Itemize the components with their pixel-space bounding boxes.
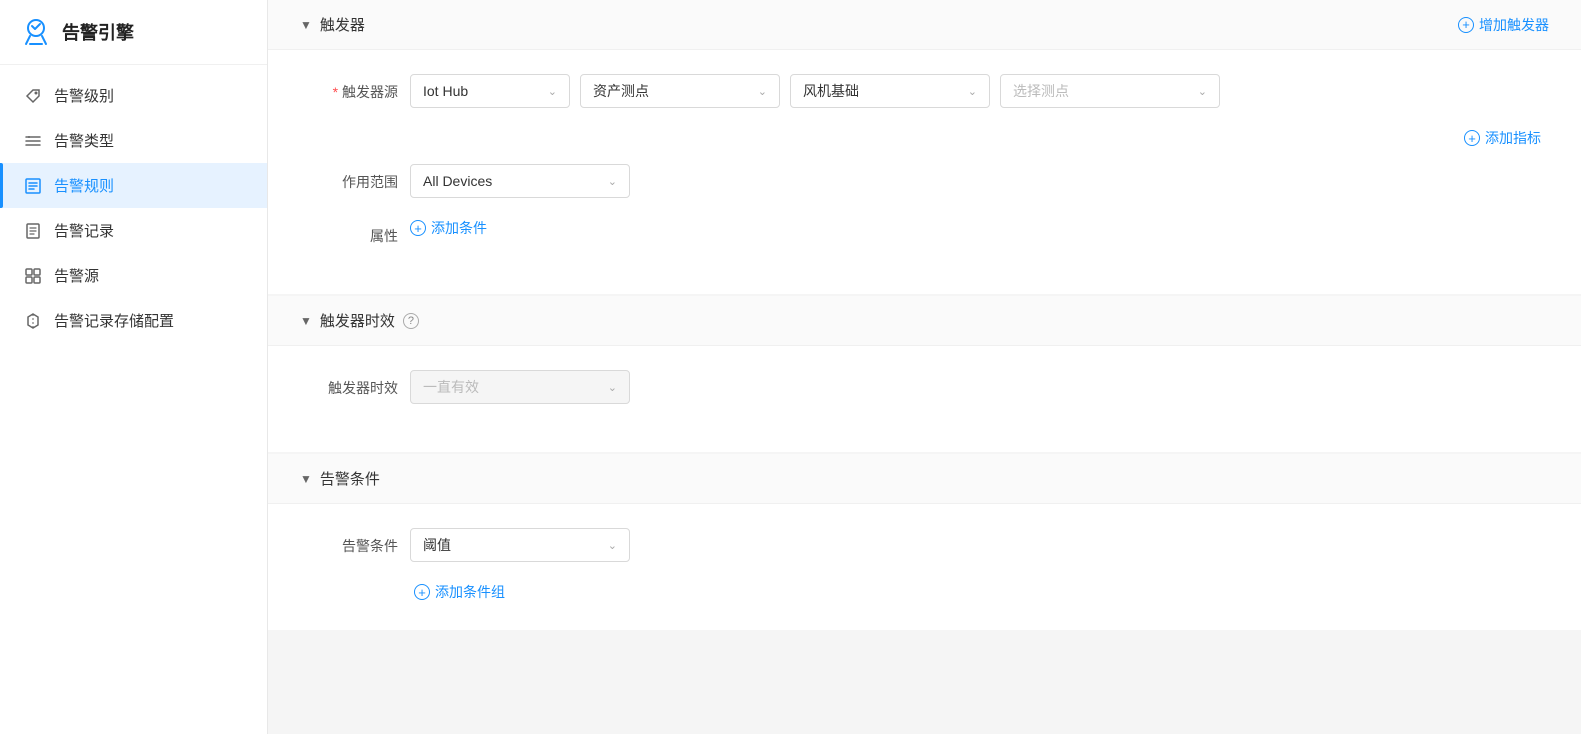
list-icon	[24, 132, 42, 150]
add-condition-label: 添加条件	[431, 218, 487, 238]
add-metrics-label: 添加指标	[1485, 128, 1541, 148]
trigger-validity-body: 触发器时效 一直有效 ⌄	[268, 346, 1581, 452]
attr-row: 属性 + 添加条件	[308, 218, 1541, 246]
alarm-condition-label: 告警条件	[308, 528, 398, 556]
sidebar-item-label: 告警源	[54, 265, 99, 286]
scope-row: 作用范围 All Devices ⌄	[308, 164, 1541, 198]
validity-chevron-icon: ▼	[300, 314, 312, 328]
trigger-source-select-1[interactable]: Iot Hub ⌄	[410, 74, 570, 108]
sidebar-nav: 告警级别 告警类型 告警规则	[0, 65, 267, 734]
add-condition-button[interactable]: + 添加条件	[410, 218, 487, 238]
scope-chevron: ⌄	[608, 175, 617, 188]
alarm-engine-icon	[20, 16, 52, 48]
trigger-source-row: 触发器源 Iot Hub ⌄ 资产测点 ⌄ 风机基础 ⌄	[308, 74, 1541, 108]
add-group-label: 添加条件组	[435, 582, 505, 602]
add-trigger-icon: +	[1458, 17, 1474, 33]
add-condition-icon: +	[410, 220, 426, 236]
trigger-chevron-icon: ▼	[300, 18, 312, 32]
scope-label: 作用范围	[308, 164, 398, 192]
trigger-source-value-1: Iot Hub	[423, 83, 468, 99]
add-trigger-label: 增加触发器	[1479, 15, 1549, 35]
trigger-source-value-3: 风机基础	[803, 81, 859, 101]
sidebar-title: 告警引擎	[62, 19, 134, 45]
alarm-condition-controls: 阈值 ⌄	[410, 528, 1541, 562]
alarm-condition-row: 告警条件 阈值 ⌄	[308, 528, 1541, 562]
alarm-condition-value: 阈值	[423, 535, 451, 555]
sidebar-item-label: 告警级别	[54, 85, 114, 106]
sidebar-item-alarm-source[interactable]: 告警源	[0, 253, 267, 298]
trigger-validity-section: ▼ 触发器时效 ? 触发器时效 一直有效 ⌄	[268, 296, 1581, 452]
alarm-condition-body: 告警条件 阈值 ⌄ + 添加条件组	[268, 504, 1581, 630]
trigger-source-controls: Iot Hub ⌄ 资产测点 ⌄ 风机基础 ⌄ 选择测点	[410, 74, 1541, 108]
trigger-section-header[interactable]: ▼ 触发器 + 增加触发器	[268, 0, 1581, 50]
trigger-section-body: 触发器源 Iot Hub ⌄ 资产测点 ⌄ 风机基础 ⌄	[268, 50, 1581, 294]
trigger-source-chevron-3: ⌄	[968, 85, 977, 98]
rule-icon	[24, 177, 42, 195]
trigger-validity-title: 触发器时效	[320, 310, 395, 331]
trigger-source-select-4[interactable]: 选择测点 ⌄	[1000, 74, 1220, 108]
sidebar-item-label: 告警类型	[54, 130, 114, 151]
validity-row: 触发器时效 一直有效 ⌄	[308, 370, 1541, 404]
trigger-validity-header[interactable]: ▼ 触发器时效 ?	[268, 296, 1581, 346]
sidebar-item-label: 告警记录存储配置	[54, 310, 174, 331]
add-trigger-button[interactable]: + 增加触发器	[1458, 15, 1549, 35]
sidebar: 告警引擎 告警级别 告警类型	[0, 0, 268, 734]
trigger-source-chevron-2: ⌄	[758, 85, 767, 98]
attr-label: 属性	[308, 218, 398, 246]
add-metrics-icon: +	[1464, 130, 1480, 146]
trigger-source-value-2: 资产测点	[593, 81, 649, 101]
sidebar-header: 告警引擎	[0, 0, 267, 65]
alarm-condition-header[interactable]: ▼ 告警条件	[268, 454, 1581, 504]
alarm-condition-title: 告警条件	[320, 468, 380, 489]
add-metrics-row: + 添加指标	[308, 128, 1541, 148]
main-content: ▼ 触发器 + 增加触发器 触发器源 Iot Hub ⌄	[268, 0, 1581, 734]
validity-placeholder: 一直有效	[423, 377, 479, 397]
validity-chevron: ⌄	[608, 381, 617, 394]
sidebar-item-alarm-rule[interactable]: 告警规则	[0, 163, 267, 208]
storage-icon	[24, 312, 42, 330]
trigger-source-select-2[interactable]: 资产测点 ⌄	[580, 74, 780, 108]
sidebar-item-alarm-level[interactable]: 告警级别	[0, 73, 267, 118]
add-metrics-button[interactable]: + 添加指标	[1464, 128, 1541, 148]
scope-value: All Devices	[423, 173, 492, 189]
trigger-source-placeholder: 选择测点	[1013, 81, 1069, 101]
sidebar-item-alarm-type[interactable]: 告警类型	[0, 118, 267, 163]
add-group-row: + 添加条件组	[308, 582, 1541, 602]
alarm-condition-select[interactable]: 阈值 ⌄	[410, 528, 630, 562]
sidebar-item-label: 告警规则	[54, 175, 114, 196]
alarm-condition-section: ▼ 告警条件 告警条件 阈值 ⌄ + 添加条件组	[268, 454, 1581, 630]
trigger-section: ▼ 触发器 + 增加触发器 触发器源 Iot Hub ⌄	[268, 0, 1581, 294]
trigger-section-title: 触发器	[320, 14, 365, 35]
add-group-icon: +	[414, 584, 430, 600]
trigger-source-label: 触发器源	[308, 74, 398, 102]
sidebar-item-label: 告警记录	[54, 220, 114, 241]
trigger-source-chevron-4: ⌄	[1198, 85, 1207, 98]
tag-icon	[24, 87, 42, 105]
add-group-button[interactable]: + 添加条件组	[414, 582, 1541, 602]
trigger-source-chevron-1: ⌄	[548, 85, 557, 98]
validity-label: 触发器时效	[308, 370, 398, 398]
alarm-condition-chevron-icon: ▼	[300, 472, 312, 486]
scope-controls: All Devices ⌄	[410, 164, 1541, 198]
record-icon	[24, 222, 42, 240]
sidebar-item-alarm-storage[interactable]: 告警记录存储配置	[0, 298, 267, 343]
validity-controls: 一直有效 ⌄	[410, 370, 1541, 404]
scope-select[interactable]: All Devices ⌄	[410, 164, 630, 198]
validity-help-icon[interactable]: ?	[403, 313, 419, 329]
attr-controls: + 添加条件	[410, 218, 1541, 238]
sidebar-item-alarm-record[interactable]: 告警记录	[0, 208, 267, 253]
validity-select[interactable]: 一直有效 ⌄	[410, 370, 630, 404]
trigger-source-select-3[interactable]: 风机基础 ⌄	[790, 74, 990, 108]
source-icon	[24, 267, 42, 285]
alarm-condition-chevron: ⌄	[608, 539, 617, 552]
